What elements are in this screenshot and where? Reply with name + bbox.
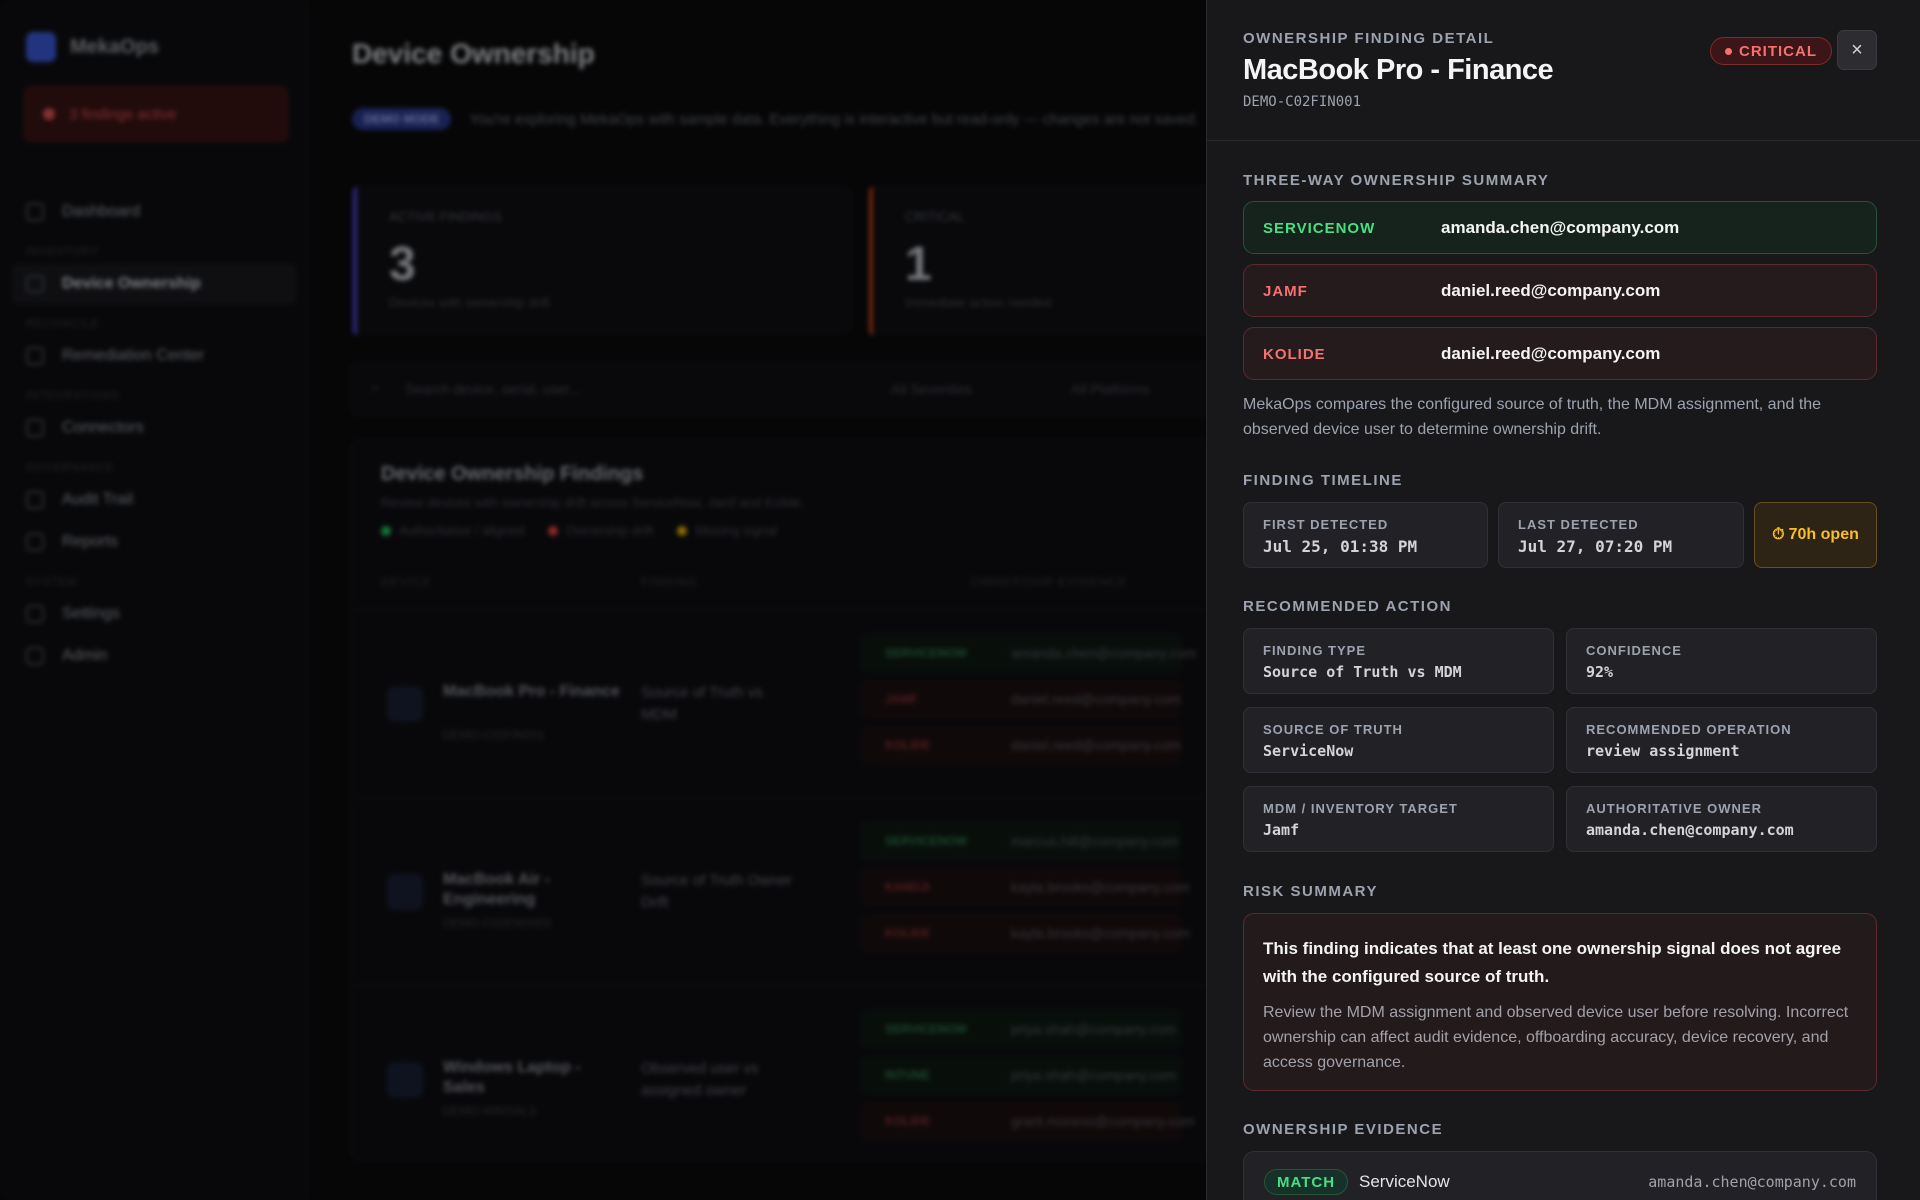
- authoritative-owner-card: AUTHORITATIVE OWNER amanda.chen@company.…: [1566, 786, 1877, 852]
- summary-source: SERVICENOW: [1263, 220, 1376, 237]
- evidence-heading: OWNERSHIP EVIDENCE: [1243, 1121, 1444, 1138]
- summary-row-jamf: JAMF daniel.reed@company.com: [1243, 264, 1877, 317]
- rec-value: ServiceNow: [1263, 742, 1354, 760]
- confidence-card: CONFIDENCE 92%: [1566, 628, 1877, 694]
- finding-detail-panel: OWNERSHIP FINDING DETAIL MacBook Pro - F…: [1206, 0, 1920, 1200]
- summary-source: KOLIDE: [1263, 346, 1326, 363]
- summary-heading: THREE-WAY OWNERSHIP SUMMARY: [1243, 172, 1550, 189]
- timer-icon: ⏱: [1772, 526, 1785, 543]
- first-detected-card: FIRST DETECTED Jul 25, 01:38 PM: [1243, 502, 1488, 568]
- evidence-row[interactable]: MATCH ServiceNow amanda.chen@company.com: [1243, 1151, 1877, 1200]
- rec-label: AUTHORITATIVE OWNER: [1586, 801, 1762, 816]
- match-badge: MATCH: [1264, 1169, 1349, 1195]
- rec-label: CONFIDENCE: [1586, 643, 1682, 658]
- rec-label: FINDING TYPE: [1263, 643, 1367, 658]
- close-icon: ×: [1851, 38, 1863, 61]
- last-detected-label: LAST DETECTED: [1518, 517, 1639, 532]
- severity-dot-icon: [1725, 47, 1732, 55]
- last-detected-value: Jul 27, 07:20 PM: [1518, 537, 1673, 556]
- source-of-truth-card: SOURCE OF TRUTH ServiceNow: [1243, 707, 1554, 773]
- rec-label: RECOMMENDED OPERATION: [1586, 722, 1792, 737]
- rec-value: Jamf: [1263, 821, 1300, 839]
- panel-eyebrow: OWNERSHIP FINDING DETAIL: [1243, 30, 1495, 47]
- device-serial: DEMO-C02FIN001: [1243, 94, 1362, 110]
- rec-value: review assignment: [1586, 742, 1740, 760]
- evidence-email: amanda.chen@company.com: [1648, 1173, 1856, 1191]
- rec-value: 92%: [1586, 663, 1614, 681]
- summary-email: amanda.chen@company.com: [1441, 218, 1680, 237]
- open-duration-badge: ⏱ 70h open: [1754, 502, 1877, 568]
- panel-title: MacBook Pro - Finance: [1243, 54, 1554, 86]
- panel-header: OWNERSHIP FINDING DETAIL MacBook Pro - F…: [1207, 0, 1920, 141]
- first-detected-value: Jul 25, 01:38 PM: [1263, 537, 1418, 556]
- recommend-heading: RECOMMENDED ACTION: [1243, 598, 1452, 615]
- rec-label: SOURCE OF TRUTH: [1263, 722, 1403, 737]
- timeline-heading: FINDING TIMELINE: [1243, 472, 1403, 489]
- finding-type-card: FINDING TYPE Source of Truth vs MDM: [1243, 628, 1554, 694]
- summary-row-kolide: KOLIDE daniel.reed@company.com: [1243, 327, 1877, 380]
- mdm-target-card: MDM / INVENTORY TARGET Jamf: [1243, 786, 1554, 852]
- rec-value: Source of Truth vs MDM: [1263, 663, 1462, 681]
- rec-value: amanda.chen@company.com: [1586, 821, 1794, 839]
- risk-headline: This finding indicates that at least one…: [1263, 939, 1842, 986]
- evidence-source: ServiceNow: [1359, 1172, 1450, 1191]
- summary-note: MekaOps compares the configured source o…: [1243, 396, 1822, 438]
- first-detected-label: FIRST DETECTED: [1263, 517, 1389, 532]
- last-detected-card: LAST DETECTED Jul 27, 07:20 PM: [1498, 502, 1744, 568]
- severity-label: CRITICAL: [1739, 42, 1817, 60]
- severity-badge: CRITICAL: [1710, 37, 1832, 65]
- summary-row-servicenow: SERVICENOW amanda.chen@company.com: [1243, 201, 1877, 254]
- recommended-operation-card: RECOMMENDED OPERATION review assignment: [1566, 707, 1877, 773]
- risk-summary-card: This finding indicates that at least one…: [1243, 913, 1877, 1091]
- summary-email: daniel.reed@company.com: [1441, 344, 1661, 363]
- open-duration: 70h open: [1788, 526, 1859, 543]
- summary-source: JAMF: [1263, 283, 1308, 300]
- risk-body: Review the MDM assignment and observed d…: [1263, 1004, 1849, 1071]
- risk-heading: RISK SUMMARY: [1243, 883, 1378, 900]
- summary-email: daniel.reed@company.com: [1441, 281, 1661, 300]
- close-button[interactable]: ×: [1837, 30, 1877, 70]
- rec-label: MDM / INVENTORY TARGET: [1263, 801, 1458, 816]
